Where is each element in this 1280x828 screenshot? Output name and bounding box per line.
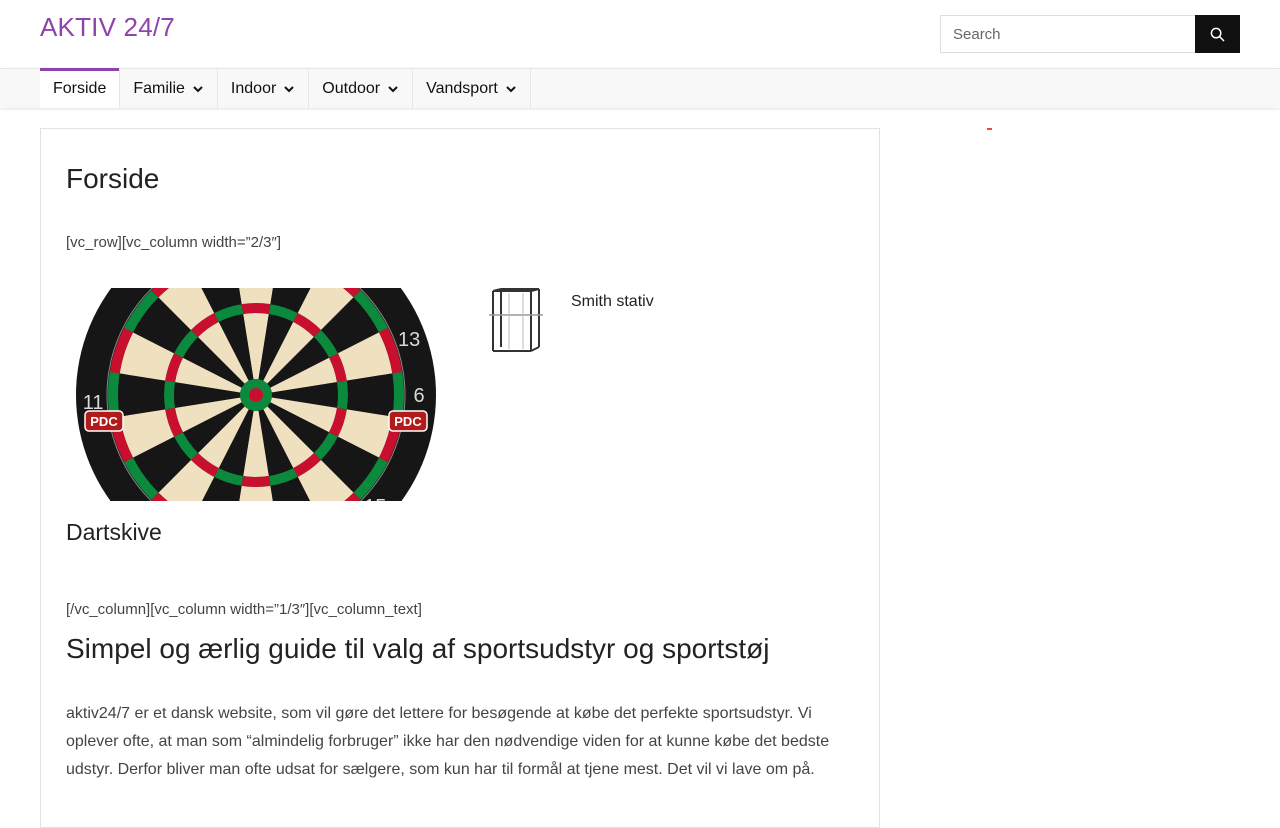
chevron-down-icon	[283, 83, 295, 95]
smith-machine-image[interactable]	[487, 287, 545, 355]
dartboard-number: 6	[413, 385, 424, 407]
page-title: Forside	[66, 163, 159, 195]
shortcode-text-open: [vc_row][vc_column width=”2/3″]	[66, 234, 281, 251]
dartboard-caption: Dartskive	[66, 519, 162, 546]
nav-item-outdoor[interactable]: Outdoor	[309, 69, 413, 108]
nav-item-indoor[interactable]: Indoor	[218, 69, 309, 108]
dartboard-number: 13	[398, 329, 420, 351]
site-header: AKTIV 24/7	[0, 0, 1280, 68]
smith-machine-label[interactable]: Smith stativ	[571, 293, 654, 311]
search-button[interactable]	[1195, 15, 1240, 53]
chevron-down-icon	[505, 83, 517, 95]
content-box: Forside [vc_row][vc_column width=”2/3″] …	[40, 128, 880, 828]
nav-item-label: Forside	[53, 80, 106, 98]
search-form	[940, 15, 1240, 53]
main-nav: Forside Familie Indoor Outdoor Vandsport	[0, 68, 1280, 108]
nav-item-label: Vandsport	[426, 80, 498, 98]
dartboard-svg: 514111913615PDCPDC	[66, 288, 446, 501]
pdc-logo-text: PDC	[90, 414, 118, 429]
nav-item-familie[interactable]: Familie	[120, 69, 218, 108]
nav-item-label: Indoor	[231, 80, 276, 98]
nav-item-vandsport[interactable]: Vandsport	[413, 69, 531, 108]
search-icon	[1210, 27, 1225, 42]
nav-list: Forside Familie Indoor Outdoor Vandsport	[40, 69, 531, 108]
nav-item-label: Familie	[133, 80, 185, 98]
nav-item-label: Outdoor	[322, 80, 380, 98]
chevron-down-icon	[192, 83, 204, 95]
search-input[interactable]	[940, 15, 1195, 53]
chevron-down-icon	[387, 83, 399, 95]
dartboard-number: 15	[364, 496, 386, 501]
shortcode-text-mid: [/vc_column][vc_column width=”1/3″][vc_c…	[66, 601, 422, 618]
pdc-logo-text: PDC	[394, 414, 422, 429]
sidebar-widget	[987, 128, 992, 130]
guide-heading: Simpel og ærlig guide til valg af sports…	[66, 633, 769, 665]
intro-paragraph: aktiv24/7 er et dansk website, som vil g…	[66, 700, 846, 784]
dartboard-image[interactable]: 514111913615PDCPDC	[66, 288, 446, 501]
site-title-link[interactable]: AKTIV 24/7	[40, 12, 175, 43]
nav-item-forside[interactable]: Forside	[40, 69, 120, 108]
